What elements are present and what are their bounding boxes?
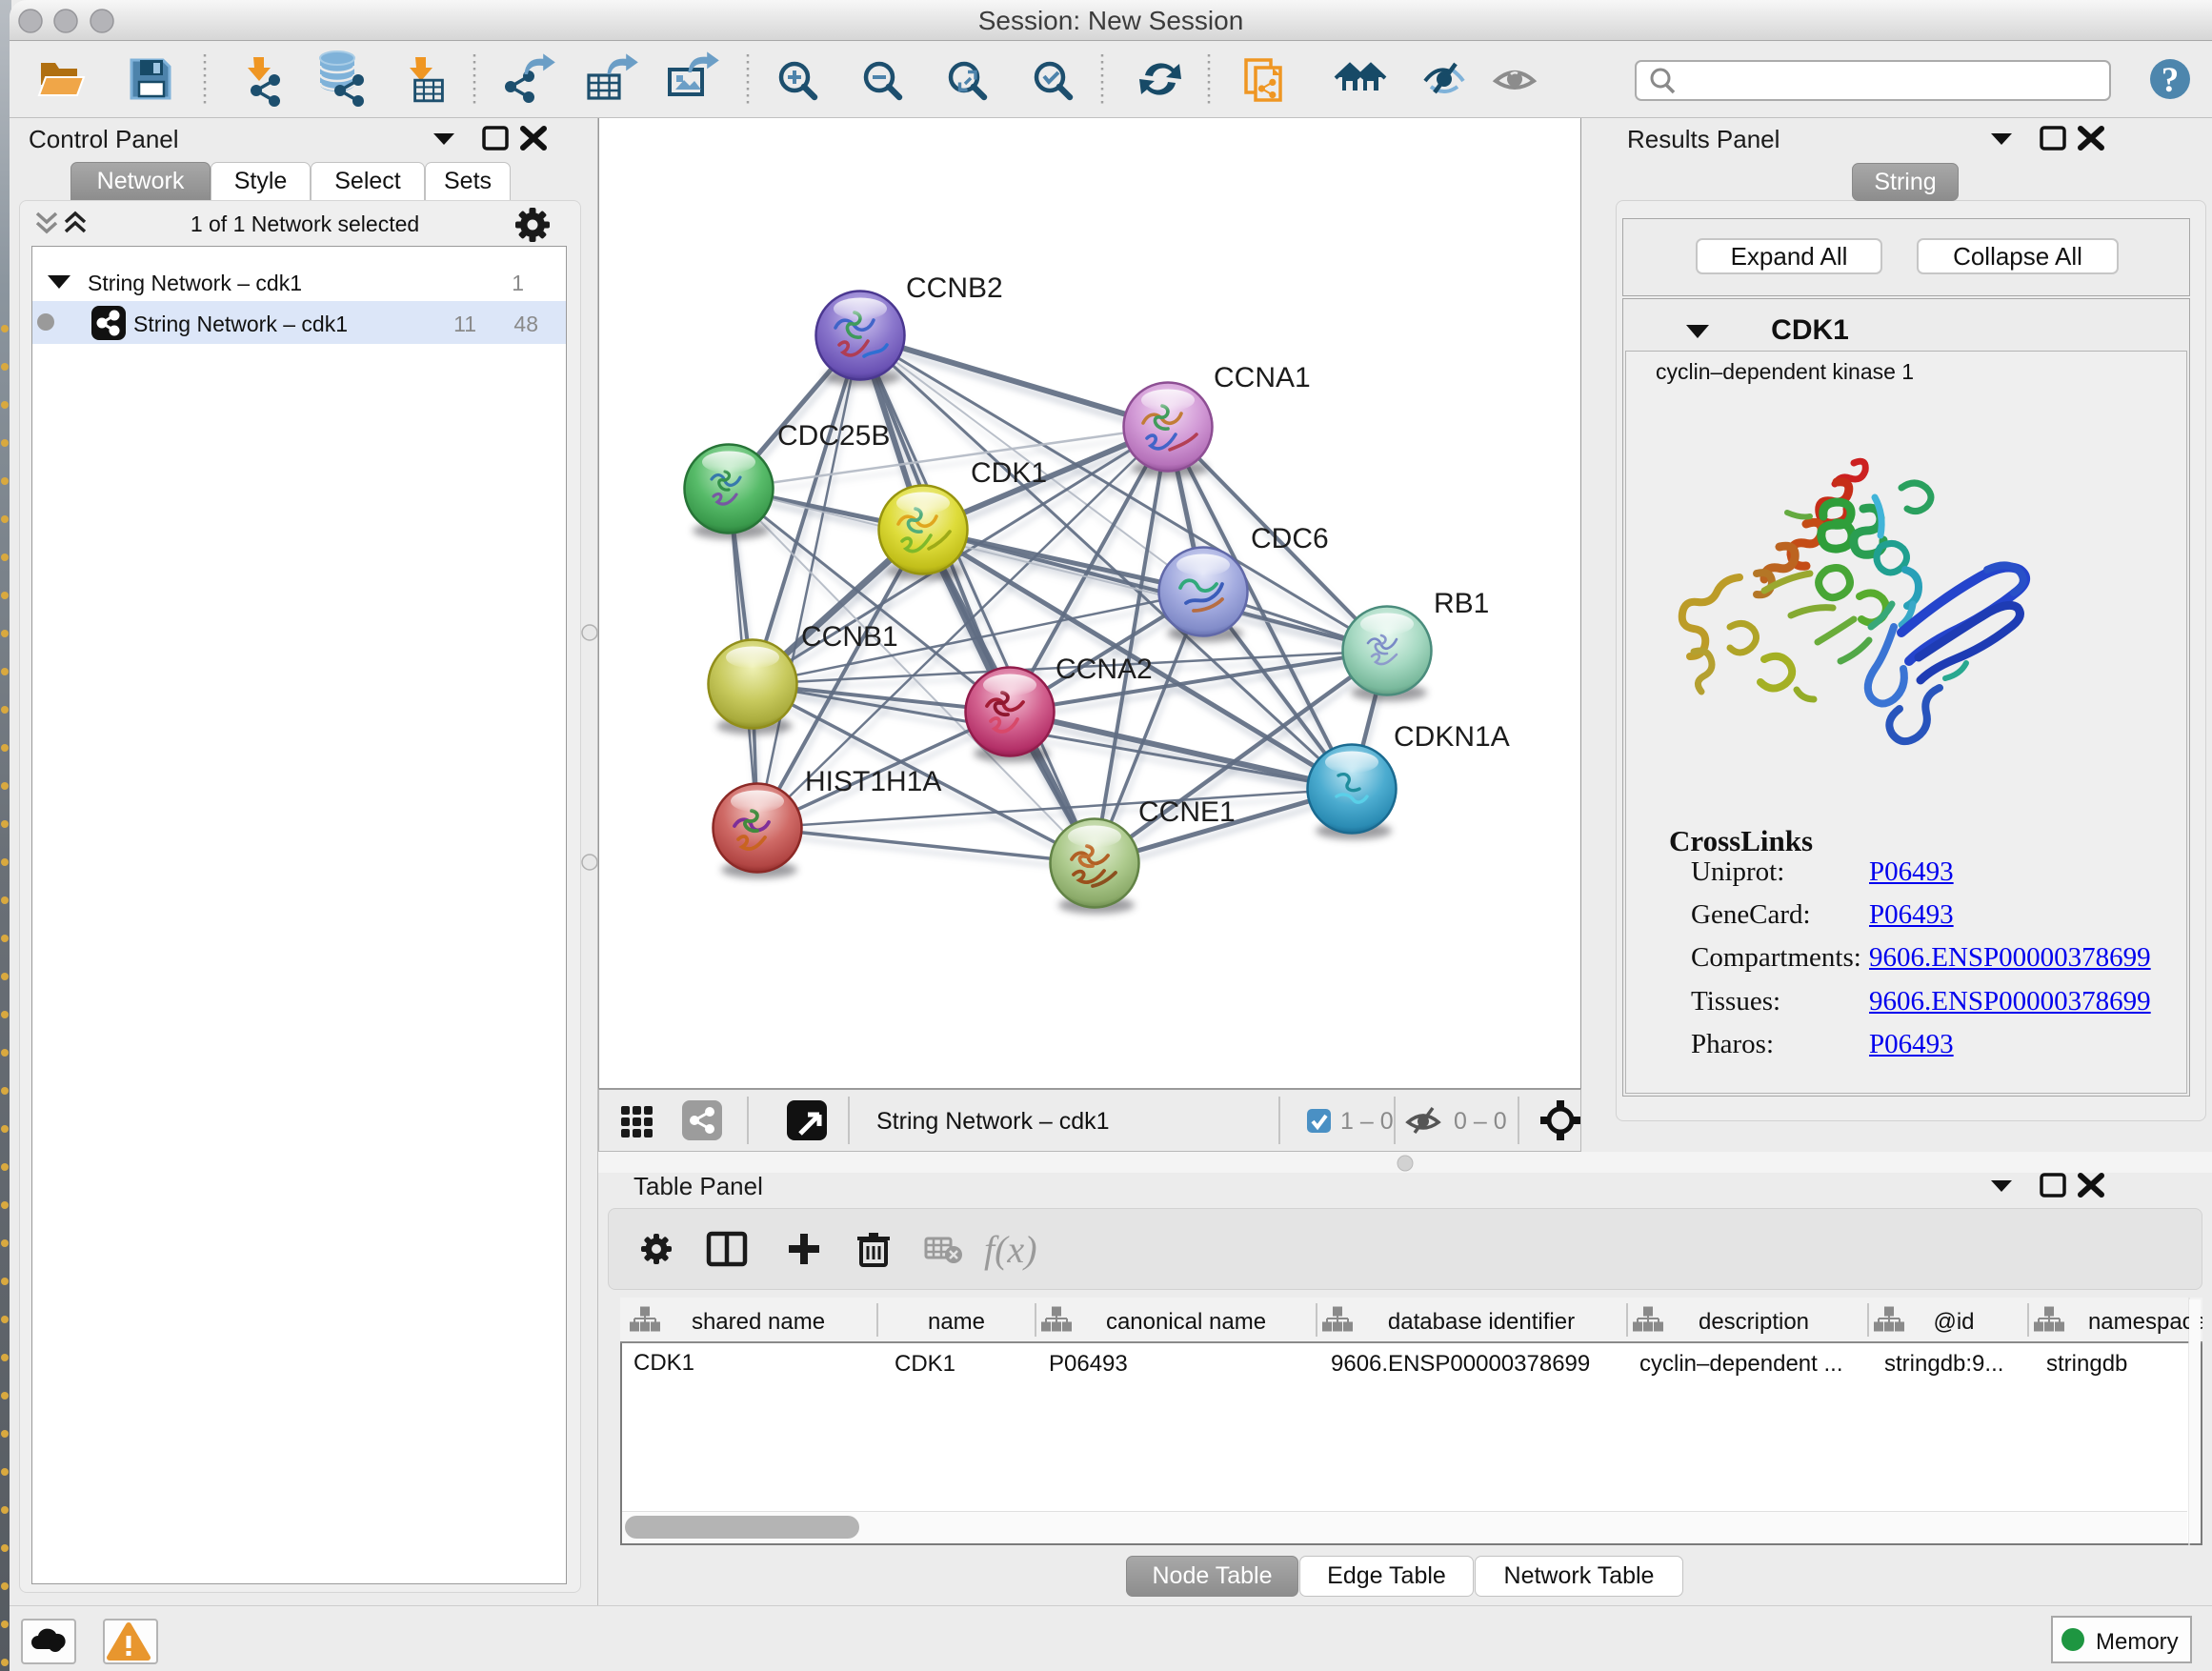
svg-text:?: ? — [2162, 61, 2180, 100]
svg-text:CCNE1: CCNE1 — [1138, 796, 1236, 828]
svg-text:stringdb: stringdb — [2046, 1351, 2127, 1377]
svg-text:P06493: P06493 — [1049, 1351, 1128, 1377]
svg-text:RB1: RB1 — [1434, 588, 1489, 619]
svg-text:shared name: shared name — [692, 1309, 825, 1335]
svg-text:CDKN1A: CDKN1A — [1394, 721, 1510, 753]
svg-text:cyclin–dependent ...: cyclin–dependent ... — [1639, 1351, 1842, 1377]
svg-text:CCNB2: CCNB2 — [906, 272, 1003, 304]
svg-text:CDK1: CDK1 — [971, 457, 1047, 489]
svg-text:namespace: namespace — [2088, 1309, 2202, 1335]
svg-text:String Network – cdk1: String Network – cdk1 — [876, 1108, 1110, 1135]
svg-text:HIST1H1A: HIST1H1A — [805, 766, 941, 797]
svg-text:CDC6: CDC6 — [1251, 523, 1329, 554]
svg-text:CCNA2: CCNA2 — [1056, 654, 1153, 685]
svg-text:description: description — [1699, 1309, 1809, 1335]
svg-text:CDK1: CDK1 — [633, 1350, 694, 1376]
svg-text:0 – 0: 0 – 0 — [1454, 1108, 1507, 1135]
svg-text:name: name — [928, 1309, 985, 1335]
svg-text:9606.ENSP00000378699: 9606.ENSP00000378699 — [1331, 1351, 1590, 1377]
svg-text:database identifier: database identifier — [1388, 1309, 1575, 1335]
svg-text:canonical name: canonical name — [1106, 1309, 1266, 1335]
svg-text:CDC25B: CDC25B — [777, 420, 890, 452]
svg-text:CCNB1: CCNB1 — [801, 621, 898, 653]
svg-text:1 – 0: 1 – 0 — [1340, 1108, 1394, 1135]
svg-text:f(x): f(x) — [984, 1228, 1037, 1271]
svg-text:CCNA1: CCNA1 — [1214, 362, 1311, 393]
svg-text:@id: @id — [1933, 1309, 1974, 1335]
svg-text:CDK1: CDK1 — [895, 1351, 955, 1377]
svg-text:stringdb:9...: stringdb:9... — [1884, 1351, 2003, 1377]
